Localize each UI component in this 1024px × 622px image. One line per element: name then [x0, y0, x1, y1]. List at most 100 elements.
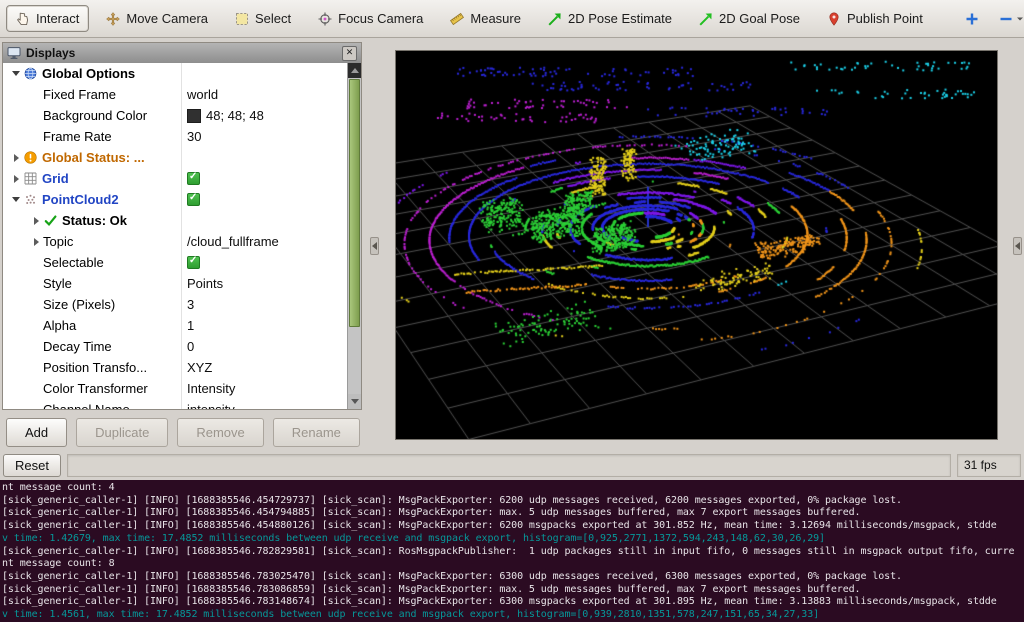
tool-interact[interactable]: Interact — [6, 5, 89, 32]
value-channel-name[interactable]: intensity — [183, 399, 347, 409]
value-frame-rate[interactable]: 30 — [183, 126, 347, 147]
tool-focus-camera[interactable]: Focus Camera — [308, 5, 433, 32]
property-label: Global Options — [42, 66, 135, 81]
close-icon[interactable]: ✕ — [342, 46, 357, 61]
value-position-transfo[interactable]: XYZ — [183, 357, 347, 378]
property-label: Background Color — [43, 108, 147, 123]
tool-label: Move Camera — [126, 11, 208, 26]
checkbox[interactable] — [187, 172, 200, 185]
tree-row-grid[interactable]: Grid — [3, 168, 347, 189]
property-label: Selectable — [43, 255, 104, 270]
add-button[interactable]: Add — [6, 418, 67, 447]
value-text: world — [187, 87, 218, 102]
property-label: Global Status: ... — [42, 150, 145, 165]
tree-row-size-pixels[interactable]: Size (Pixels)3 — [3, 294, 347, 315]
toolbar: Interact Move Camera Select Focus Camera Mea… — [0, 0, 1024, 38]
value-background-color[interactable]: 48; 48; 48 — [183, 105, 347, 126]
scrollbar-thumb[interactable] — [349, 79, 360, 327]
value-text: 1 — [187, 318, 194, 333]
tool-publish-point[interactable]: Publish Point — [817, 5, 933, 32]
value-fixed-frame[interactable]: world — [183, 84, 347, 105]
expander-open-icon[interactable] — [9, 197, 23, 202]
panel-title: Displays — [26, 46, 337, 60]
terminal-line: [sick_generic_caller-1] [INFO] [16883855… — [2, 571, 1024, 584]
render-canvas[interactable] — [396, 51, 997, 439]
tree-scrollbar[interactable] — [347, 63, 361, 409]
expander-open-icon[interactable] — [9, 71, 23, 76]
checkbox[interactable] — [187, 256, 200, 269]
tree-row-background-color[interactable]: Background Color 48; 48; 48 — [3, 105, 347, 126]
collapse-right-dock-handle[interactable] — [1013, 237, 1022, 255]
reset-button[interactable]: Reset — [3, 454, 61, 477]
tree-row-decay-time[interactable]: Decay Time0 — [3, 336, 347, 357]
tool-2d-goal-pose[interactable]: 2D Goal Pose — [689, 5, 810, 32]
tree-row-status-ok[interactable]: Status: Ok — [3, 210, 347, 231]
tool-label: Select — [255, 11, 291, 26]
add-tool-button[interactable] — [961, 8, 983, 30]
tree-row-color-transformer[interactable]: Color TransformerIntensity — [3, 378, 347, 399]
value-text: 30 — [187, 129, 201, 144]
property-label: Fixed Frame — [43, 87, 116, 102]
monitor-icon — [7, 46, 21, 60]
expander-closed-icon[interactable] — [9, 154, 23, 162]
tree-row-fixed-frame[interactable]: Fixed Frame world — [3, 84, 347, 105]
tree-row-topic[interactable]: Topic/cloud_fullframe — [3, 231, 347, 252]
tree-row-pointcloud2[interactable]: PointCloud2 — [3, 189, 347, 210]
fps-counter: 31 fps — [957, 454, 1021, 477]
toolbar-tools: Interact Move Camera Select Focus Camera Mea… — [6, 5, 933, 32]
duplicate-button[interactable]: Duplicate — [76, 418, 168, 447]
remove-tool-button[interactable] — [995, 8, 1024, 30]
displays-panel-titlebar[interactable]: Displays ✕ — [3, 43, 361, 64]
value-topic[interactable]: /cloud_fullframe — [183, 231, 347, 252]
render-view[interactable] — [395, 50, 998, 440]
value-color-transformer[interactable]: Intensity — [183, 378, 347, 399]
value-text: Intensity — [187, 381, 235, 396]
tool-label: Measure — [470, 11, 521, 26]
value-selectable[interactable] — [183, 252, 347, 273]
expander-closed-icon[interactable] — [9, 175, 23, 183]
hand-icon — [16, 12, 30, 26]
scroll-up-icon[interactable] — [348, 63, 361, 78]
value-text: Points — [187, 276, 223, 291]
tool-measure[interactable]: Measure — [440, 5, 531, 32]
tree-row-alpha[interactable]: Alpha1 — [3, 315, 347, 336]
value-decay-time[interactable]: 0 — [183, 336, 347, 357]
property-label: PointCloud2 — [42, 192, 119, 207]
checkbox[interactable] — [187, 193, 200, 206]
tool-select[interactable]: Select — [225, 5, 301, 32]
terminal-line: [sick_generic_caller-1] [INFO] [16883855… — [2, 520, 1024, 533]
terminal-line: [sick_generic_caller-1] [INFO] [16883855… — [2, 507, 1024, 520]
tree-row-global-options[interactable]: Global Options — [3, 63, 347, 84]
value-text: 0 — [187, 339, 194, 354]
tree-row-position-transfo[interactable]: Position Transfo...XYZ — [3, 357, 347, 378]
tool-label: 2D Pose Estimate — [568, 11, 672, 26]
value-grid[interactable] — [183, 168, 347, 189]
tree-row-channel-name[interactable]: Channel Nameintensity — [3, 399, 347, 409]
remove-button[interactable]: Remove — [177, 418, 263, 447]
pose-arrow-icon — [548, 12, 562, 26]
tree-row-frame-rate[interactable]: Frame Rate30 — [3, 126, 347, 147]
rename-button[interactable]: Rename — [273, 418, 360, 447]
triangle — [34, 238, 39, 246]
expander-closed-icon[interactable] — [29, 238, 43, 246]
value-pointcloud2[interactable] — [183, 189, 347, 210]
tool-2d-pose-estimate[interactable]: 2D Pose Estimate — [538, 5, 682, 32]
goal-arrow-icon — [699, 12, 713, 26]
tool-move-camera[interactable]: Move Camera — [96, 5, 218, 32]
property-tree: Global Options Fixed Frame world Background… — [3, 63, 361, 409]
toolbar-extra — [961, 8, 1024, 30]
triangle — [14, 175, 19, 183]
value-style[interactable]: Points — [183, 273, 347, 294]
tree-row-selectable[interactable]: Selectable — [3, 252, 347, 273]
collapse-left-dock-handle[interactable] — [370, 237, 379, 255]
expander-closed-icon[interactable] — [29, 217, 43, 225]
value-alpha[interactable]: 1 — [183, 315, 347, 336]
scroll-down-icon[interactable] — [348, 394, 361, 409]
terminal-line: v time: 1.42679, max time: 17.4852 milli… — [2, 533, 1024, 546]
terminal-line: [sick_generic_caller-1] [INFO] [16883855… — [2, 546, 1024, 559]
tree-row-global-status[interactable]: Global Status: ... — [3, 147, 347, 168]
terminal[interactable]: nt message count: 4[sick_generic_caller-… — [0, 480, 1024, 622]
value-size-pixels[interactable]: 3 — [183, 294, 347, 315]
tree-row-style[interactable]: StylePoints — [3, 273, 347, 294]
property-label: Grid — [42, 171, 69, 186]
